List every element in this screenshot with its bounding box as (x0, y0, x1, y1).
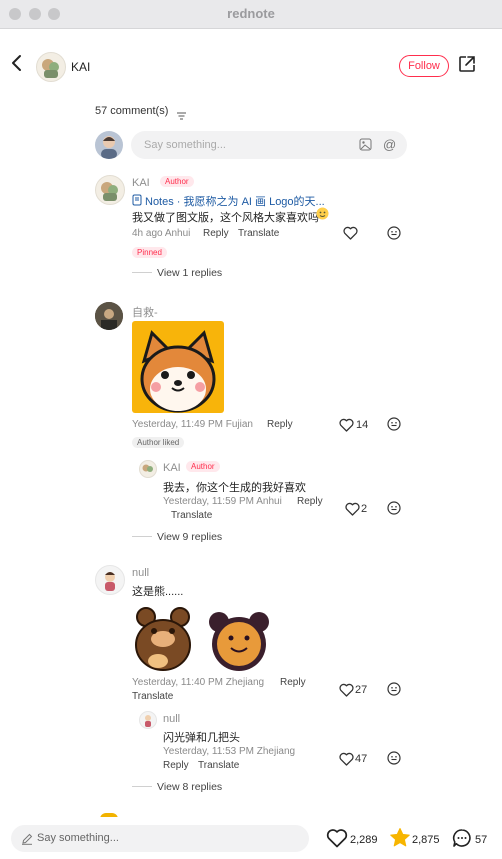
comment-meta: Yesterday, 11:40 PM Zhejiang (132, 677, 265, 688)
comment-avatar[interactable] (95, 565, 125, 595)
comment-author[interactable]: null (132, 567, 149, 579)
reply-button[interactable]: Reply (280, 677, 306, 688)
like-icon[interactable] (343, 226, 358, 245)
replies-divider (132, 272, 152, 273)
like-count: 47 (355, 753, 368, 765)
view-replies-button[interactable]: View 8 replies (157, 781, 222, 793)
translate-button[interactable]: Translate (132, 691, 173, 702)
emoji-face-icon (316, 207, 329, 225)
like-count: 2 (361, 503, 368, 515)
like-icon[interactable] (339, 418, 354, 437)
reply-button[interactable]: Reply (163, 760, 189, 771)
like-count: 27 (355, 684, 368, 696)
reply-author[interactable]: KAI (163, 462, 181, 474)
reply-meta: Yesterday, 11:59 PM Anhui (163, 496, 282, 507)
reply-avatar[interactable] (139, 460, 157, 478)
like-note-icon[interactable] (326, 828, 348, 853)
view-replies-button[interactable]: View 1 replies (157, 267, 222, 279)
like-icon[interactable] (339, 683, 354, 702)
comment-avatar[interactable] (95, 175, 125, 205)
comment-input[interactable]: Say something... @ (131, 131, 407, 159)
comment-text: 我又做了图文版，这个风格大家喜欢吗 (132, 212, 319, 224)
author-avatar[interactable] (36, 52, 66, 82)
comment-text: 这是熊...... (132, 586, 184, 598)
author-liked-badge: Author liked (132, 437, 185, 448)
reply-button[interactable]: Reply (297, 496, 323, 507)
replies-divider (132, 786, 152, 787)
like-icon[interactable] (345, 502, 360, 521)
reply-button[interactable]: Reply (203, 228, 229, 239)
reaction-icon[interactable] (387, 226, 401, 245)
comment-count: 57 comment(s) (95, 105, 169, 117)
comment-meta: 4h ago Anhui (132, 228, 191, 239)
sort-icon[interactable] (177, 107, 187, 125)
comment-author[interactable]: 自救- (132, 304, 158, 320)
my-avatar (95, 131, 123, 159)
back-icon[interactable] (10, 54, 24, 77)
share-icon[interactable] (458, 55, 476, 78)
reply-author[interactable]: null (163, 713, 180, 725)
window-title: rednote (227, 6, 275, 21)
note-star-count: 2,875 (412, 834, 440, 846)
author-tag: Author (160, 176, 194, 187)
pencil-icon (21, 832, 33, 850)
reaction-icon[interactable] (387, 417, 401, 436)
author-name[interactable]: KAI (71, 60, 90, 74)
author-tag: Author (186, 461, 220, 472)
bear-sticker-image[interactable] (132, 605, 194, 671)
bottom-comment-input[interactable]: Say something... (11, 825, 309, 852)
comment-author[interactable]: KAI (132, 177, 150, 189)
like-count: 14 (356, 419, 369, 431)
bottom-input-placeholder: Say something... (37, 832, 119, 844)
reply-button[interactable]: Reply (267, 419, 293, 430)
note-header: KAI Follow (0, 28, 502, 104)
reply-text: 我去，你这个生成的我好喜欢 (163, 482, 306, 494)
comment-input-placeholder: Say something... (144, 139, 226, 151)
comment-bubble-icon[interactable] (452, 828, 472, 853)
replies-divider (132, 536, 152, 537)
like-icon[interactable] (339, 752, 354, 771)
star-icon[interactable] (389, 827, 411, 853)
reaction-icon[interactable] (387, 751, 401, 770)
note-comment-count: 57 (475, 834, 488, 846)
translate-button[interactable]: Translate (198, 760, 239, 771)
translate-button[interactable]: Translate (171, 510, 212, 521)
bottom-bar: Say something... 2,289 2,875 57 (0, 817, 502, 859)
reaction-icon[interactable] (387, 501, 401, 520)
comment-meta: Yesterday, 11:49 PM Fujian (132, 419, 253, 430)
view-replies-button[interactable]: View 9 replies (157, 531, 222, 543)
reply-avatar[interactable] (139, 711, 157, 729)
window-titlebar: rednote (0, 0, 502, 29)
image-icon[interactable] (359, 138, 372, 156)
note-link[interactable]: Notes · 我愿称之为 AI 画 Logo的天... (145, 193, 325, 209)
reply-meta: Yesterday, 11:53 PM Zhejiang (163, 746, 296, 757)
follow-button[interactable]: Follow (399, 55, 449, 77)
reply-text: 闪光弹和几把头 (163, 732, 240, 744)
translate-button[interactable]: Translate (238, 228, 279, 239)
comment-avatar[interactable] (95, 302, 123, 330)
shiba-sticker-image[interactable] (132, 321, 224, 413)
pinned-badge: Pinned (132, 247, 167, 258)
mention-icon[interactable]: @ (383, 137, 396, 152)
reaction-icon[interactable] (387, 682, 401, 701)
bear-sticker-image-2[interactable] (207, 608, 271, 672)
note-like-count: 2,289 (350, 834, 378, 846)
